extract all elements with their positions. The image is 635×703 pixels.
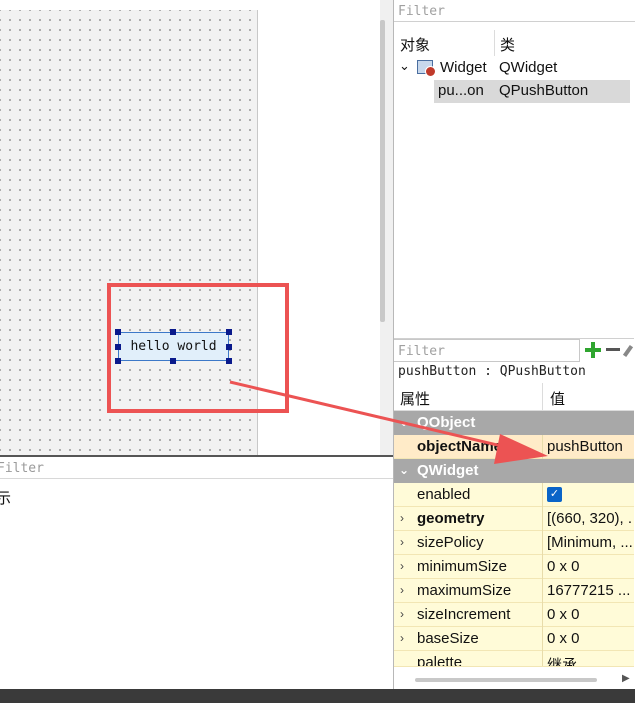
- category-label: QWidget: [417, 462, 479, 479]
- col-class-header: 类: [500, 37, 516, 54]
- property-filter-bar: Filter: [394, 338, 634, 362]
- property-name: maximumSize: [417, 582, 512, 599]
- property-name: geometry: [417, 510, 485, 527]
- chevron-right-icon[interactable]: ›: [400, 511, 404, 525]
- col-object-header: 对象: [400, 37, 431, 54]
- property-name: objectName: [417, 438, 503, 455]
- filter-placeholder: Filter: [398, 4, 445, 19]
- chevron-down-icon[interactable]: ⌄: [399, 415, 409, 429]
- property-value[interactable]: [Minimum, ...: [547, 534, 632, 551]
- property-name: sizePolicy: [417, 534, 484, 551]
- property-row-objectname[interactable]: objectName pushButton: [394, 435, 634, 459]
- chevron-down-icon[interactable]: ⌄: [399, 58, 410, 74]
- object-row-pushbutton[interactable]: pu...on QPushButton: [394, 80, 634, 103]
- category-label: QObject: [417, 414, 476, 431]
- chevron-right-icon[interactable]: ›: [400, 631, 404, 645]
- chevron-down-icon[interactable]: ⌄: [399, 463, 409, 477]
- property-value[interactable]: 0 x 0: [547, 558, 632, 575]
- object-inspector-header: 对象 类: [394, 30, 634, 56]
- chevron-right-icon[interactable]: ›: [400, 607, 404, 621]
- property-row-geometry[interactable]: › geometry [(660, 320), ...: [394, 507, 634, 531]
- property-value[interactable]: 0 x 0: [547, 630, 632, 647]
- property-row-minimumsize[interactable]: › minimumSize 0 x 0: [394, 555, 634, 579]
- right-dock: Filter 对象 类 ⌄ Widget QWidget pu...on QPu…: [393, 0, 635, 689]
- filter-placeholder: Filter: [0, 461, 44, 476]
- property-row-maximumsize[interactable]: › maximumSize 16777215 ...: [394, 579, 634, 603]
- object-class: QPushButton: [499, 82, 589, 99]
- property-name: enabled: [417, 486, 471, 503]
- object-name: Widget: [440, 59, 487, 76]
- category-qwidget[interactable]: ⌄ QWidget: [394, 459, 634, 483]
- chevron-right-icon[interactable]: ›: [400, 583, 404, 597]
- property-name: baseSize: [417, 630, 479, 647]
- property-table: 属性 值 ⌄ QObject objectName pushButton ⌄ Q…: [394, 383, 634, 667]
- enabled-checkbox[interactable]: ✓: [547, 487, 562, 502]
- col-property-header: 属性: [400, 391, 431, 408]
- chevron-right-icon[interactable]: ›: [400, 535, 404, 549]
- bottom-left-filter-input[interactable]: Filter: [0, 457, 393, 479]
- filter-placeholder: Filter: [398, 344, 445, 359]
- property-row-palette[interactable]: palette 继承: [394, 651, 634, 667]
- property-row-sizepolicy[interactable]: › sizePolicy [Minimum, ...: [394, 531, 634, 555]
- chevron-right-icon[interactable]: ›: [400, 559, 404, 573]
- property-name: minimumSize: [417, 558, 508, 575]
- configure-wrench-icon[interactable]: [622, 344, 634, 358]
- object-inspector-filter-input[interactable]: Filter: [394, 0, 635, 22]
- property-value[interactable]: [(660, 320), ...: [547, 510, 632, 527]
- property-name: palette: [417, 654, 463, 667]
- selected-object-class-line: pushButton : QPushButton: [398, 364, 586, 379]
- add-property-plus-icon[interactable]: [584, 341, 602, 359]
- property-value[interactable]: 16777215 ...: [547, 582, 632, 599]
- property-row-basesize[interactable]: › baseSize 0 x 0: [394, 627, 634, 651]
- scroll-right-arrow-icon[interactable]: ▶: [622, 673, 630, 684]
- object-name: pu...on: [438, 82, 484, 99]
- bottom-taskbar: [0, 689, 635, 703]
- object-class: QWidget: [499, 59, 558, 76]
- category-qobject[interactable]: ⌄ QObject: [394, 411, 634, 435]
- bottom-left-text: 示: [0, 490, 12, 507]
- property-name: sizeIncrement: [417, 606, 511, 623]
- bottom-left-panel: Filter 示: [0, 455, 393, 689]
- property-row-sizeincrement[interactable]: › sizeIncrement 0 x 0: [394, 603, 634, 627]
- object-row-widget[interactable]: ⌄ Widget QWidget: [394, 57, 634, 80]
- property-table-header: 属性 值: [394, 383, 634, 411]
- remove-property-minus-icon[interactable]: [606, 348, 620, 351]
- widget-icon: [417, 60, 436, 77]
- property-value[interactable]: 继承: [547, 654, 632, 666]
- property-row-enabled[interactable]: enabled ✓: [394, 483, 634, 507]
- annotation-highlight-box: [107, 283, 289, 413]
- canvas-vertical-scrollbar[interactable]: [380, 20, 385, 322]
- property-horizontal-scrollbar[interactable]: [415, 678, 597, 682]
- property-value[interactable]: 0 x 0: [547, 606, 632, 623]
- col-value-header: 值: [550, 391, 566, 408]
- property-value[interactable]: pushButton: [547, 438, 632, 455]
